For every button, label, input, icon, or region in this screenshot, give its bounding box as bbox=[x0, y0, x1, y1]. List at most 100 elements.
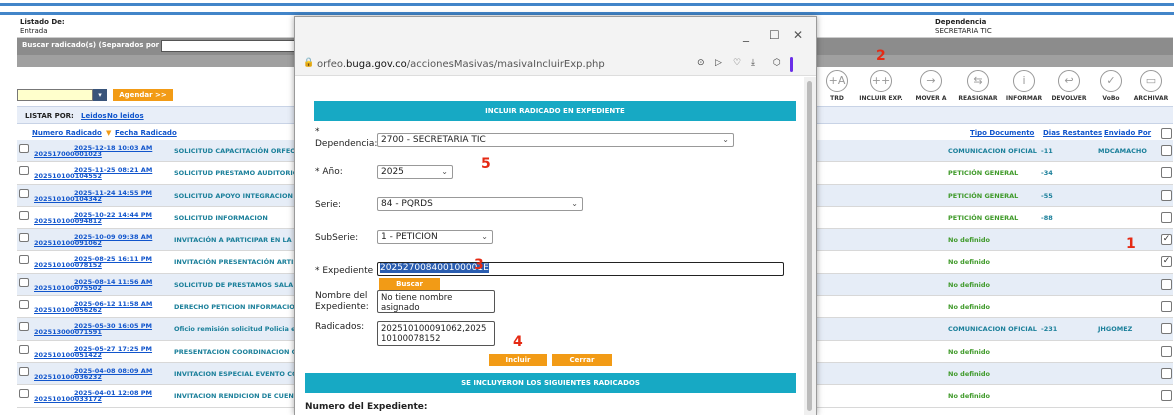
subserie-select[interactable]: 1 - PETICION ⌄ bbox=[377, 230, 493, 244]
col-tipo-documento[interactable]: Tipo Documento bbox=[970, 129, 1034, 137]
row-checkbox[interactable] bbox=[1161, 145, 1172, 156]
note-icon[interactable] bbox=[19, 233, 29, 243]
fecha-link[interactable]: 2025-04-01 12:08 PM bbox=[74, 389, 152, 397]
note-icon[interactable] bbox=[19, 389, 29, 399]
maximize-icon[interactable]: ☐ bbox=[769, 28, 780, 42]
fecha-link[interactable]: 2025-06-12 11:58 AM bbox=[74, 300, 152, 308]
dias-restantes: -55 bbox=[1041, 191, 1053, 200]
scrollbar-thumb[interactable] bbox=[807, 81, 812, 411]
row-checkbox[interactable] bbox=[1161, 367, 1172, 379]
select-all-checkbox[interactable] bbox=[1161, 128, 1172, 139]
download-icon[interactable]: ⤓ bbox=[751, 58, 755, 68]
minimize-icon[interactable]: _ bbox=[743, 28, 749, 42]
fecha-link[interactable]: 2025-08-14 11:56 AM bbox=[74, 278, 152, 286]
fecha-link[interactable]: 2025-12-18 10:03 AM bbox=[74, 144, 152, 152]
fecha-link[interactable]: 2025-05-30 16:05 PM bbox=[74, 322, 152, 330]
annotation-2: 2 bbox=[876, 48, 886, 64]
tipo-documento: PETICIÓN GENERAL bbox=[948, 191, 1019, 200]
chevron-down-icon: ⌄ bbox=[481, 232, 488, 241]
asunto-text: PRESENTACION COORDINACION CI bbox=[174, 347, 299, 356]
heart-icon[interactable]: ♡ bbox=[733, 58, 741, 68]
note-icon[interactable] bbox=[19, 344, 29, 354]
col-enviado-por[interactable]: Enviado Por bbox=[1104, 129, 1151, 137]
reader-icon[interactable]: ⊙ bbox=[697, 58, 705, 68]
fecha-link[interactable]: 2025-11-24 14:55 PM bbox=[74, 189, 152, 197]
expediente-input[interactable]: 202527008400100001E bbox=[377, 262, 784, 276]
scrollbar[interactable] bbox=[804, 77, 816, 415]
tipo-documento: PETICIÓN GENERAL bbox=[948, 213, 1019, 222]
dias-restantes: -34 bbox=[1041, 169, 1053, 178]
serie-select-value: 84 - PQRDS bbox=[381, 199, 433, 209]
trd-button[interactable]: +A TRD bbox=[815, 70, 859, 106]
informar-button[interactable]: i INFORMAR bbox=[1002, 70, 1046, 106]
note-icon[interactable] bbox=[19, 188, 29, 198]
leidos-link[interactable]: Leidos bbox=[81, 112, 107, 120]
dependencia-label: Dependencia bbox=[935, 18, 987, 26]
asunto-text: SOLICITUD DE PRESTAMOS SALA D bbox=[174, 280, 301, 289]
reasignar-button[interactable]: ⇆ REASIGNAR bbox=[956, 70, 1000, 106]
incluir-exp-button[interactable]: ++ INCLUIR EXP. bbox=[859, 70, 903, 106]
agendar-button[interactable]: Agendar >> bbox=[113, 89, 173, 101]
note-icon[interactable] bbox=[19, 322, 29, 332]
reassign-icon: ⇆ bbox=[967, 70, 989, 92]
return-icon: ↩ bbox=[1058, 70, 1080, 92]
row-checkbox[interactable] bbox=[1161, 390, 1172, 402]
row-checkbox[interactable] bbox=[1161, 345, 1172, 357]
search-input[interactable] bbox=[161, 40, 311, 52]
incluir-button[interactable]: Incluir bbox=[489, 354, 547, 366]
extension-icon[interactable]: ⬡ bbox=[773, 58, 781, 68]
asunto-text: SOLICITUD PRESTAMO AUDITORIO bbox=[174, 169, 299, 178]
note-icon[interactable] bbox=[19, 255, 29, 265]
row-checkbox[interactable] bbox=[1161, 189, 1172, 201]
row-checkbox[interactable] bbox=[1161, 301, 1172, 313]
archivar-button[interactable]: ▭ ARCHIVAR bbox=[1129, 70, 1173, 106]
note-icon[interactable] bbox=[19, 166, 29, 176]
expediente-input-value: 202527008400100001E bbox=[380, 263, 489, 273]
agendar-input[interactable] bbox=[17, 89, 93, 101]
note-icon[interactable] bbox=[19, 277, 29, 287]
mover-a-label: MOVER A bbox=[915, 95, 947, 102]
cerrar-button[interactable]: Cerrar bbox=[552, 354, 612, 366]
chevron-down-icon[interactable]: ▾ bbox=[93, 89, 107, 101]
buscar-button[interactable]: Buscar bbox=[379, 278, 440, 290]
archivar-label: ARCHIVAR bbox=[1133, 95, 1169, 102]
devolver-button[interactable]: ↩ DEVOLVER bbox=[1047, 70, 1091, 106]
note-icon[interactable] bbox=[19, 210, 29, 220]
play-icon[interactable]: ▷ bbox=[715, 58, 722, 68]
mover-a-button[interactable]: → MOVER A bbox=[909, 70, 953, 106]
dependencia-select[interactable]: 2700 - SECRETARIA TIC ⌄ bbox=[377, 133, 734, 147]
fecha-link[interactable]: 2025-08-25 16:11 PM bbox=[74, 255, 152, 263]
anio-select[interactable]: 2025 ⌄ bbox=[377, 165, 453, 179]
note-icon[interactable] bbox=[19, 366, 29, 376]
fecha-link[interactable]: 2025-10-22 14:44 PM bbox=[74, 211, 152, 219]
fecha-link[interactable]: 2025-10-09 09:38 AM bbox=[74, 233, 152, 241]
note-icon[interactable] bbox=[19, 300, 29, 310]
row-checkbox[interactable] bbox=[1161, 211, 1172, 223]
col-numero-radicado[interactable]: Numero Radicado bbox=[32, 129, 102, 137]
nombre-field-label: Nombre del Expediente: bbox=[315, 291, 369, 312]
row-checkbox[interactable] bbox=[1161, 323, 1172, 335]
serie-select[interactable]: 84 - PQRDS ⌄ bbox=[377, 197, 583, 211]
window-titlebar: _ ☐ ✕ bbox=[295, 17, 816, 54]
col-fecha-radicado[interactable]: Fecha Radicado bbox=[115, 129, 177, 137]
fecha-link[interactable]: 2025-05-27 17:25 PM bbox=[74, 345, 152, 353]
nombre-textarea[interactable]: No tiene nombre asignado bbox=[377, 290, 495, 313]
fecha-link[interactable]: 2025-11-25 08:21 AM bbox=[74, 166, 152, 174]
radicados-textarea[interactable]: 202510100091062,202510100078152 bbox=[377, 321, 495, 346]
asunto-text: SOLICITUD CAPACITACIÓN ORFEO bbox=[174, 147, 296, 155]
url-domain: buga.gov.co bbox=[346, 59, 407, 70]
close-icon[interactable]: ✕ bbox=[793, 28, 803, 42]
row-checkbox[interactable] bbox=[1161, 167, 1172, 179]
no-leidos-link[interactable]: No leidos bbox=[107, 112, 144, 120]
url-text[interactable]: orfeo.buga.gov.co/accionesMasivas/masiva… bbox=[317, 59, 605, 70]
sort-desc-icon: ▼ bbox=[106, 129, 112, 137]
row-checkbox[interactable] bbox=[1161, 278, 1172, 290]
vobo-button[interactable]: ✓ VoBo bbox=[1089, 70, 1133, 106]
fecha-link[interactable]: 2025-04-08 08:09 AM bbox=[74, 367, 152, 375]
note-icon[interactable] bbox=[19, 144, 29, 153]
row-checkbox[interactable]: ✓ bbox=[1161, 256, 1172, 268]
row-checkbox[interactable]: ✓ bbox=[1161, 234, 1172, 246]
listado-label: Listado De: bbox=[20, 18, 65, 26]
result-title: SE INCLUYERON LOS SIGUIENTES RADICADOS bbox=[305, 373, 796, 393]
col-dias-restantes[interactable]: Dias Restantes bbox=[1043, 129, 1102, 137]
